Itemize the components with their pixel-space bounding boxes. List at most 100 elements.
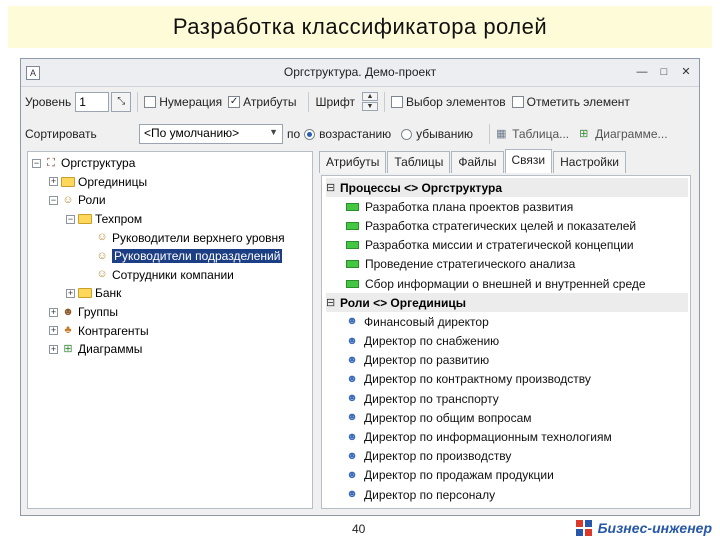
- diagram-icon: ⊞: [63, 342, 73, 355]
- level-expand-icon[interactable]: ⤡: [111, 92, 132, 112]
- brand: Бизнес-инженер: [575, 520, 712, 536]
- collapse-icon[interactable]: ⊟: [326, 181, 336, 194]
- font-down-icon[interactable]: ▼: [361, 102, 378, 111]
- select-elements-label: Выбор элементов: [405, 95, 506, 109]
- person-icon: ☻: [346, 430, 358, 443]
- process-item-label: Разработка миссии и стратегической конце…: [365, 238, 634, 253]
- collapse-icon[interactable]: −: [32, 158, 41, 168]
- expand-icon[interactable]: +: [49, 177, 58, 187]
- mark-element-checkbox-box[interactable]: [511, 96, 524, 108]
- processes-group-header[interactable]: ⊟ Процессы <> Оргструктура: [326, 178, 688, 198]
- maximize-button[interactable]: □: [655, 65, 673, 80]
- tab-1[interactable]: Таблицы: [387, 151, 451, 173]
- attributes-label: Атрибуты: [243, 95, 297, 109]
- tree-item[interactable]: − ⛶ Оргструктура: [28, 154, 312, 173]
- role-item-label: Директор по развитию: [364, 353, 490, 368]
- roles-group-title: Роли <> Оргединицы: [340, 295, 466, 310]
- expand-icon[interactable]: +: [66, 288, 75, 298]
- tree-item-label: Диаграммы: [78, 342, 143, 357]
- sort-asc-radio-dot[interactable]: [304, 128, 316, 140]
- expand-icon[interactable]: +: [49, 307, 58, 317]
- links-panel[interactable]: ⊟ Процессы <> Оргструктура Разработка пл…: [321, 175, 691, 509]
- person-icon: ☻: [346, 488, 358, 501]
- mark-element-checkbox[interactable]: Отметить элемент: [511, 95, 630, 109]
- tree-item[interactable]: + ♣ Контрагенты: [28, 321, 312, 340]
- brand-name: Бизнес-инженер: [597, 520, 712, 536]
- role-item[interactable]: ☻ Директор по транспорту: [326, 389, 690, 408]
- table-button[interactable]: ▦ Таблица...: [496, 127, 569, 141]
- tree-item[interactable]: − ☺ Роли: [28, 191, 312, 210]
- diagram-button-label: Диаграмме...: [595, 127, 668, 141]
- sort-desc-radio-dot[interactable]: [401, 128, 413, 140]
- role-item[interactable]: ☻ Директор по общим вопросам: [326, 408, 690, 427]
- tree-item[interactable]: + Оргединицы: [28, 173, 312, 192]
- sort-select[interactable]: <По умолчанию> ▼: [139, 124, 283, 144]
- person-icon: ☻: [346, 315, 358, 328]
- role-item[interactable]: ☻ Директор по производству: [326, 447, 690, 466]
- tree-item[interactable]: ☺ Сотрудники компании: [28, 266, 312, 285]
- roles-group-header[interactable]: ⊟ Роли <> Оргединицы: [326, 293, 688, 313]
- process-item[interactable]: Сбор информации о внешней и внутренней с…: [326, 274, 690, 293]
- process-item[interactable]: Проведение стратегического анализа: [326, 255, 690, 274]
- tree-item-label: Руководители верхнего уровня: [112, 230, 285, 245]
- process-item[interactable]: Разработка стратегических целей и показа…: [326, 216, 690, 235]
- sort-asc-radio[interactable]: возрастанию: [304, 127, 391, 141]
- process-item-label: Сбор информации о внешней и внутренней с…: [365, 276, 646, 291]
- role-item[interactable]: ☻ Директор по информационным технологиям: [326, 427, 690, 446]
- level-input[interactable]: [75, 92, 110, 112]
- tab-2[interactable]: Файлы: [451, 151, 504, 173]
- tree-item[interactable]: + ⊞ Диаграммы: [28, 340, 312, 359]
- sort-asc-label: возрастанию: [319, 127, 392, 141]
- tab-4[interactable]: Настройки: [553, 151, 626, 173]
- person-icon: ☻: [346, 468, 358, 481]
- tree-item[interactable]: + ☻ Группы: [28, 303, 312, 322]
- window-titlebar: A Оргструктура. Демо-проект — □ ✕: [21, 59, 699, 87]
- tree-item[interactable]: + Банк: [28, 284, 312, 303]
- processes-group-title: Процессы <> Оргструктура: [340, 180, 503, 195]
- collapse-icon[interactable]: −: [49, 195, 58, 205]
- tab-3[interactable]: Связи: [504, 149, 553, 173]
- expand-icon[interactable]: +: [49, 344, 58, 354]
- role-item[interactable]: ☻ Директор по контрактному производству: [326, 370, 690, 389]
- level-label: Уровень: [25, 95, 72, 109]
- close-button[interactable]: ✕: [677, 65, 695, 80]
- process-item[interactable]: Разработка миссии и стратегической конце…: [326, 236, 690, 255]
- tree-item[interactable]: − Техпром: [28, 210, 312, 229]
- brand-logo-icon: [575, 520, 594, 536]
- diagram-button[interactable]: ⊞ Диаграмме...: [579, 127, 667, 141]
- numbering-checkbox-box[interactable]: [144, 96, 157, 108]
- person-icon: ☺: [96, 249, 108, 262]
- select-elements-checkbox-box[interactable]: [390, 96, 403, 108]
- expand-icon[interactable]: +: [49, 326, 58, 336]
- role-item[interactable]: ☻ Финансовый директор: [326, 312, 690, 331]
- role-item[interactable]: ☻ Директор по развитию: [326, 351, 690, 370]
- tab-0[interactable]: Атрибуты: [319, 151, 387, 173]
- org-tree[interactable]: − ⛶ Оргструктура + Оргединицы − ☺ Роли − Техпром ☺…: [27, 151, 313, 509]
- role-item[interactable]: ☻ Директор по снабжению: [326, 332, 690, 351]
- numbering-checkbox[interactable]: Нумерация: [144, 95, 222, 109]
- role-item-label: Директор по транспорту: [364, 391, 499, 406]
- person-icon: ☺: [96, 268, 108, 281]
- collapse-icon[interactable]: −: [66, 214, 75, 224]
- role-item-label: Директор по информационным технологиям: [364, 430, 612, 445]
- toolbar-divider: [308, 92, 310, 112]
- tree-item-label: Контрагенты: [78, 323, 149, 338]
- role-item[interactable]: ☻ Директор по продажам продукции: [326, 466, 690, 485]
- font-up-icon[interactable]: ▲: [361, 92, 378, 101]
- numbering-label: Нумерация: [159, 95, 223, 109]
- font-size-stepper[interactable]: ▲ ▼: [361, 92, 378, 112]
- attributes-checkbox-box[interactable]: ✓: [228, 96, 241, 108]
- minimize-button[interactable]: —: [633, 65, 651, 80]
- attributes-checkbox[interactable]: ✓ Атрибуты: [228, 95, 296, 109]
- collapse-icon[interactable]: ⊟: [326, 296, 336, 309]
- tree-item[interactable]: ☺ Руководители верхнего уровня: [28, 228, 312, 247]
- process-icon: [346, 241, 359, 250]
- role-item[interactable]: ☻ Директор по персоналу: [326, 485, 690, 504]
- select-elements-checkbox[interactable]: Выбор элементов: [390, 95, 506, 109]
- sort-desc-radio[interactable]: убыванию: [401, 127, 473, 141]
- tree-item[interactable]: ☺ Руководители подразделений: [28, 247, 312, 266]
- process-icon: [346, 260, 359, 269]
- process-item[interactable]: Разработка плана проектов развития: [326, 197, 690, 216]
- process-item-label: Разработка стратегических целей и показа…: [365, 218, 637, 233]
